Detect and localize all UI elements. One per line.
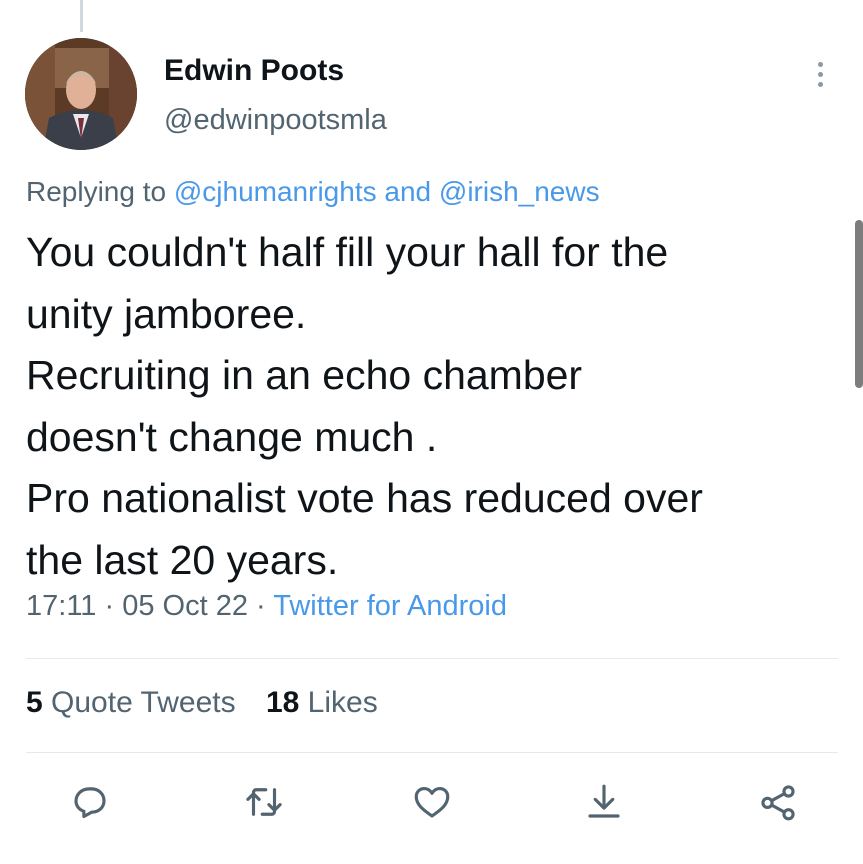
likes-count: 18 [265, 686, 300, 719]
thread-connector-line [80, 0, 83, 32]
dot [817, 71, 823, 77]
heart-icon [414, 786, 450, 818]
tweet-stats: 5 Quote Tweets 18 Likes [26, 686, 400, 720]
share-button[interactable] [754, 778, 802, 826]
tweet-text-line: Recruiting in an echo chamber [26, 352, 583, 398]
mention-joiner[interactable]: and [384, 176, 431, 207]
mention-link-irish-news[interactable]: @irish_news [439, 176, 600, 207]
replying-to-label: Replying to [26, 176, 167, 207]
download-button[interactable] [580, 778, 628, 826]
share-icon [761, 785, 795, 821]
tweet-source-link[interactable]: Twitter for Android [273, 590, 507, 622]
reply-icon [74, 787, 106, 819]
meta-separator: · [104, 590, 115, 622]
more-options-icon[interactable] [808, 54, 832, 94]
tweet-time: 17:11 [26, 590, 97, 622]
author-name[interactable]: Edwin Poots [164, 54, 344, 88]
like-button[interactable] [408, 778, 456, 826]
quote-tweets-label: Quote Tweets [51, 686, 236, 719]
divider [26, 658, 838, 659]
tweet-actions-bar [0, 770, 863, 830]
tweet-text-line: doesn't change much . [26, 413, 438, 460]
reply-button[interactable] [66, 778, 114, 826]
divider [26, 752, 838, 753]
tweet-metadata: 17:11 · 05 Oct 22 · Twitter for Android [26, 590, 507, 623]
mention-link-cjhumanrights[interactable]: @cjhumanrights [174, 176, 377, 207]
tweet-text-line: You couldn't half fill your hall for the [26, 229, 669, 275]
author-handle[interactable]: @edwinpootsmla [164, 104, 387, 137]
retweet-icon [246, 788, 282, 816]
tweet-text-line: Pro nationalist vote has reduced over [26, 475, 703, 521]
quote-tweets-count: 5 [26, 686, 43, 719]
tweet-date: 05 Oct 22 [122, 590, 248, 622]
replying-to-line: Replying to @cjhumanrights and @irish_ne… [26, 176, 600, 208]
download-icon [588, 784, 620, 818]
avatar[interactable] [25, 38, 137, 150]
tweet-text-line: unity jamboree. [26, 290, 307, 337]
dot [817, 61, 823, 67]
avatar-photo [25, 38, 137, 150]
dot [817, 81, 823, 87]
scrollbar-thumb[interactable] [855, 220, 863, 388]
tweet-text-line: the last 20 years. [26, 536, 339, 583]
tweet-text: You couldn't half fill your hall for the… [26, 222, 846, 591]
likes-label: Likes [307, 686, 378, 719]
quote-tweets-stat[interactable]: 5 Quote Tweets [26, 686, 236, 719]
likes-stat[interactable]: 18 Likes [266, 686, 378, 719]
meta-separator: · [256, 590, 266, 622]
retweet-button[interactable] [240, 778, 288, 826]
